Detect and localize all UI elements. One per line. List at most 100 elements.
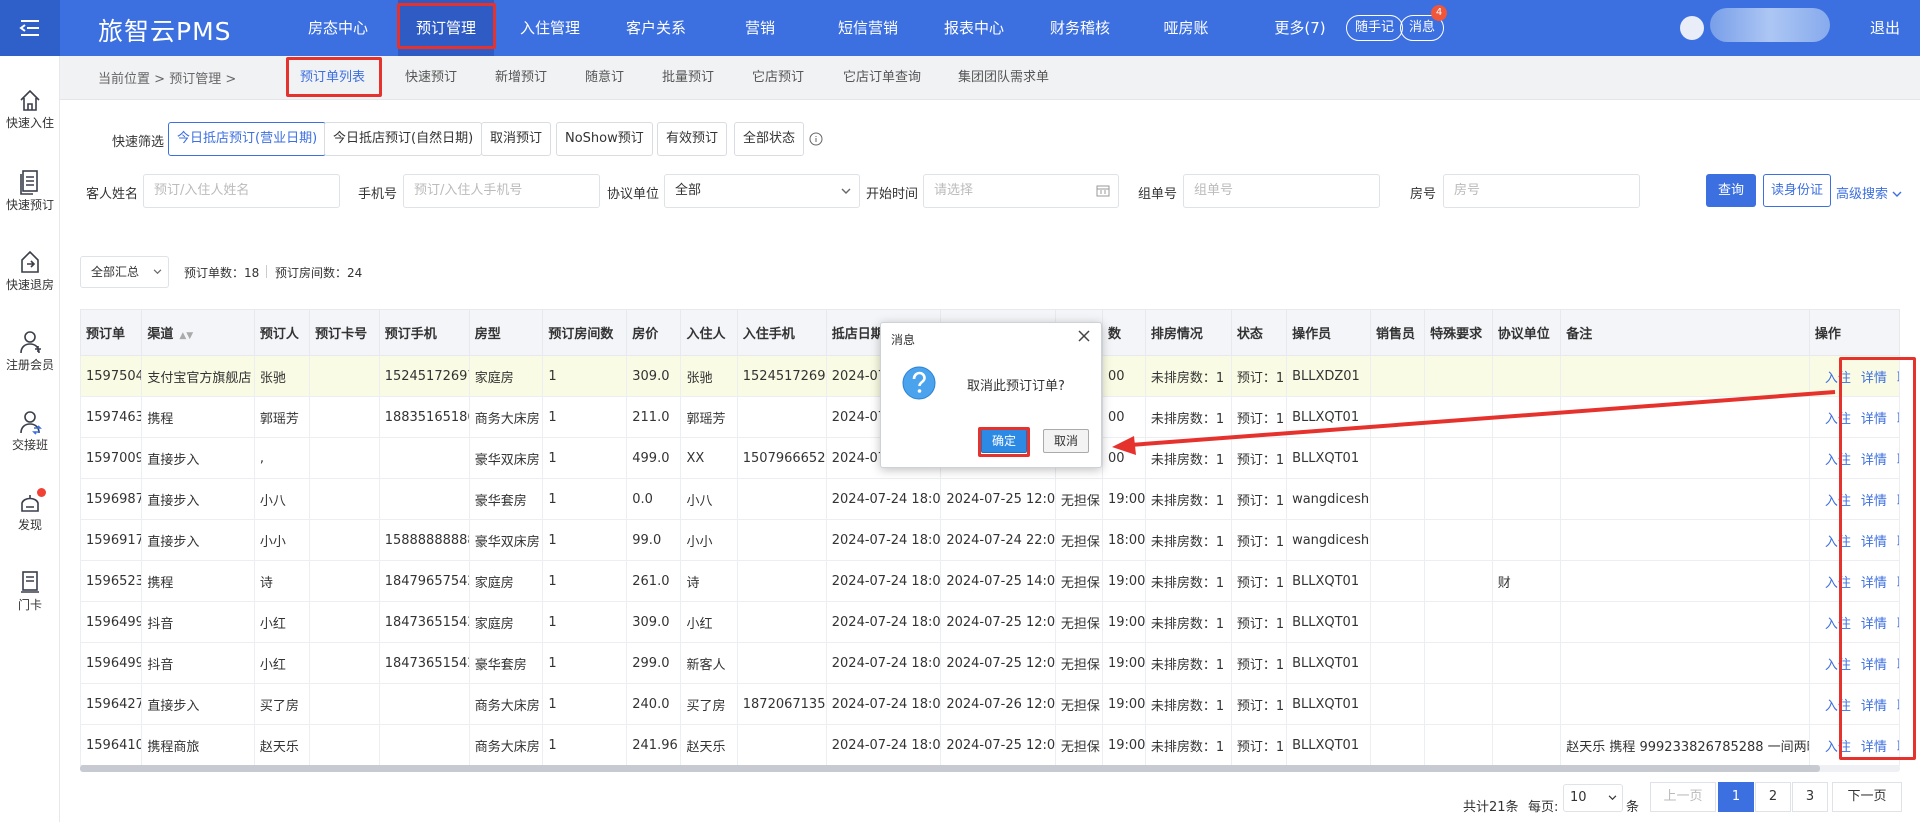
table-cell [309,724,380,766]
tab-free-booking[interactable]: 随意订 [585,56,624,100]
nav-reports[interactable]: 报表中心 [932,0,1016,56]
summary-select[interactable]: 全部汇总 [80,256,169,288]
tab-other-store-query[interactable]: 它店订单查询 [843,56,921,100]
filter-valid[interactable]: 有效预订 [657,122,728,156]
table-row[interactable]: 1596427 直接步入 买了房 商务大床房 1 240.0 买了房 18720671358 2… [79,683,1901,725]
company-select[interactable]: 全部 [664,174,860,208]
logout-link[interactable]: 退出 [1870,0,1900,56]
sidebar-label: 发现 [17,518,42,532]
table-row[interactable]: 1596499 抖音 小红 18473651542 家庭房 1 309.0 小红 2024-07… [79,601,1901,643]
menu-toggle-icon[interactable] [0,0,60,56]
nav-crm[interactable]: 客户关系 [614,0,698,56]
nav-dummy-account[interactable]: 哑房账 [1156,0,1216,56]
table-cell: 张驰 [680,355,738,397]
table-cell [1560,519,1810,561]
table-cell: 19:00 [1101,560,1146,602]
column-header: 操作员 [1286,309,1371,356]
table-cell [1491,519,1562,561]
breadcrumb-module[interactable]: 预订管理 [169,72,221,87]
table-cell: 1596523 [79,560,143,602]
column-header: 备注 [1560,309,1810,356]
close-icon[interactable] [1077,329,1091,343]
table-cell: 家庭房 [468,355,544,397]
read-id-card-button[interactable]: 读身份证 [1763,174,1831,207]
sidebar-item-quick-checkout[interactable]: 快速退房 [0,248,60,293]
sidebar-item-quick-checkin[interactable]: 快速入住 [0,86,60,131]
sidebar-label: 快速预订 [5,198,54,212]
sidebar-item-shift-handover[interactable]: 交接班 [0,408,60,453]
guest-name-input[interactable]: 预订/入住人姓名 [143,174,340,208]
nav-finance[interactable]: 财务稽核 [1038,0,1122,56]
table-cell: 2024-07-25 12:00 [940,724,1056,766]
page-3-button[interactable]: 3 [1792,782,1828,812]
sidebar-item-quick-booking[interactable]: 快速预订 [0,168,60,213]
table-cell: 15245172697 [736,355,827,397]
dialog-message: 取消此预订订单? [967,379,1065,394]
group-no-input[interactable]: 组单号 [1183,174,1380,208]
info-icon[interactable] [809,132,823,146]
start-time-input[interactable]: 请选择 [923,174,1119,208]
nav-room-status[interactable]: 房态中心 [298,0,378,56]
nav-checkin[interactable]: 入住管理 [508,0,592,56]
table-cell: 211.0 [626,396,682,438]
prev-page-button[interactable]: 上一页 [1650,782,1716,812]
next-page-button[interactable]: 下一页 [1832,782,1902,812]
page-2-button[interactable]: 2 [1755,782,1791,812]
room-no-input[interactable]: 房号 [1443,174,1640,208]
table-row[interactable]: 1596410 携程商旅 赵天乐 商务大床房 1 241.96 赵天乐 2024-07-24 … [79,724,1901,766]
column-header: 入住人 [680,309,738,356]
guest-name-label: 客人姓名 [86,187,139,202]
page-1-button[interactable]: 1 [1718,782,1754,812]
sidebar-label: 快速退房 [5,278,54,292]
filter-noshow[interactable]: NoShow预订 [556,122,653,156]
filter-today-arrival-natural[interactable]: 今日抵店预订(自然日期) [324,122,483,156]
table-cell: 携程 [141,560,255,602]
scrollbar-thumb[interactable] [80,765,1820,772]
user-avatar[interactable] [1680,16,1704,40]
nav-marketing[interactable]: 营销 [730,0,790,56]
nav-sms[interactable]: 短信营销 [826,0,910,56]
table-cell [1369,437,1426,479]
per-page-select[interactable]: 10 [1563,784,1623,812]
table-cell: 未排房数：1 [1144,683,1232,725]
table-cell: 豪华双床房 [468,437,544,479]
table-cell [1369,355,1426,397]
sidebar-label: 交接班 [11,438,48,452]
tab-group-demand[interactable]: 集团团队需求单 [958,56,1049,100]
query-button[interactable]: 查询 [1706,174,1756,207]
table-cell [1560,437,1810,479]
table-cell: BLLXDZ01 [1286,355,1371,397]
column-header: 预订房间数 [542,309,628,356]
confirm-cancel-button[interactable]: 取消 [1043,429,1089,453]
table-cell: 2024-07-24 18:00 [825,601,942,643]
table-row[interactable]: 1596523 携程诗 18479657542 家庭房 1 261.0 诗 2024-07-2… [79,560,1901,602]
phone-label: 手机号 [358,187,398,202]
tab-batch-booking[interactable]: 批量预订 [662,56,714,100]
filter-cancelled[interactable]: 取消预订 [481,122,552,156]
phone-input[interactable]: 预订/入住人手机号 [403,174,600,208]
room-count: 预订房间数：24 [275,266,363,280]
table-cell: BLLXQT01 [1286,724,1371,766]
filter-all-status[interactable]: 全部状态 [734,122,805,156]
sidebar-item-register-member[interactable]: 注册会员 [0,328,60,373]
sidebar-item-room-card[interactable]: 门卡 [0,568,60,613]
filter-today-arrival-business[interactable]: 今日抵店预订(营业日期) [168,122,327,156]
advanced-search-link[interactable]: 高级搜索 [1836,183,1902,202]
start-time-label: 开始时间 [866,187,919,202]
sort-icon[interactable]: ▲▼ [179,331,193,341]
table-cell: 赵天乐 [680,724,738,766]
table-row[interactable]: 1596987 直接步入 小八 豪华套房 1 0.0 小八 2024-07-24 18:00 2… [79,478,1901,520]
tab-other-store-booking[interactable]: 它店预订 [752,56,804,100]
tab-new-booking[interactable]: 新增预订 [495,56,547,100]
table-cell: 无担保 [1054,519,1103,561]
column-header[interactable]: 渠道 ▲▼ [141,309,255,356]
table-row[interactable]: 1596917 直接步入 小小 15888888888 豪华双床房 1 99.0 小小 2024… [79,519,1901,561]
table-row[interactable]: 1596499 抖音 小红 18473651542 豪华套房 1 299.0 新客人 2024-… [79,642,1901,684]
annotation-box-confirm [978,427,1030,457]
nav-more[interactable]: 更多(7) [1260,0,1340,56]
table-cell: 预订：1 [1230,560,1288,602]
sidebar-item-discover[interactable]: 发现 [0,488,60,533]
quick-note-button[interactable]: 随手记 [1346,15,1404,41]
tab-quick-booking[interactable]: 快速预订 [405,56,457,100]
horizontal-scrollbar[interactable] [80,765,1900,772]
